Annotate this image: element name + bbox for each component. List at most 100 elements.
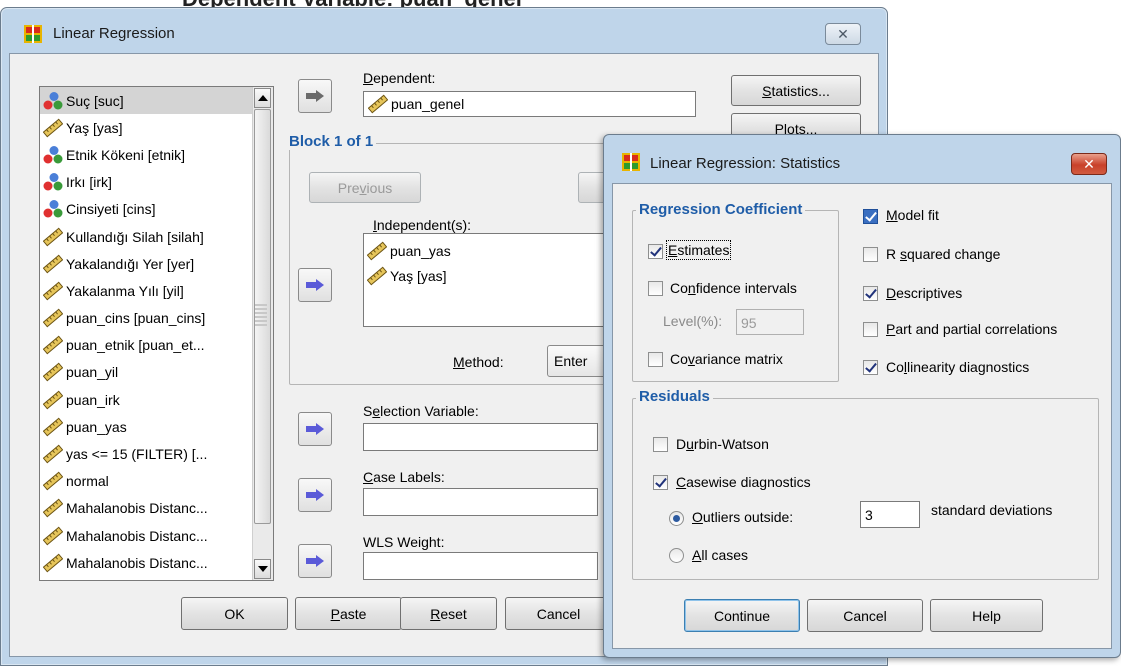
variable-list-item[interactable]: Etnik Kökeni [etnik] [40,141,273,168]
variable-list-item[interactable]: puan_irk [40,386,273,413]
all-cases-radio[interactable] [669,548,684,563]
confidence-intervals-checkbox[interactable] [648,281,663,296]
descriptives-checkbox[interactable] [863,286,878,301]
variable-list-item[interactable]: puan_yil [40,359,273,386]
outliers-value-field[interactable]: 3 [860,501,920,528]
confidence-intervals-label[interactable]: Confidence intervals [670,280,797,296]
durbin-watson-label[interactable]: Durbin-Watson [676,436,769,452]
right-arrow-icon [306,90,324,102]
wls-weight-field[interactable] [363,552,598,580]
variable-list-item[interactable]: puan_cins [puan_cins] [40,305,273,332]
variable-list-item[interactable]: yas <= 15 (FILTER) [... [40,440,273,467]
move-to-independents-button[interactable] [298,268,332,302]
estimates-checkbox[interactable] [648,244,663,259]
selection-label: Selection Variable: [363,403,479,419]
close-icon: ✕ [1083,156,1095,172]
independents-list[interactable]: puan_yas Yaş [yas] [363,233,618,327]
variable-list-item-label: Irkı [irk] [66,174,112,191]
part-partial-correlations-checkbox[interactable] [863,322,878,337]
variable-list-item[interactable]: Suç [suc] [40,87,273,115]
scale-icon [43,227,63,246]
variable-list-item-label: yas <= 15 (FILTER) [... [66,446,208,463]
variable-list-item[interactable]: Kullandığı Silah [silah] [40,223,273,250]
r-squared-change-checkbox[interactable] [863,247,878,262]
variable-list-item[interactable]: Yakalanma Yılı [yil] [40,277,273,304]
scroll-down-button[interactable] [254,559,271,579]
move-to-wls-button[interactable] [298,544,332,578]
variable-list-item-label: puan_yas [66,418,127,435]
casewise-diagnostics-label[interactable]: Casewise diagnostics [676,474,811,490]
statistics-close-button[interactable]: ✕ [1071,153,1107,175]
move-to-dependent-button[interactable] [298,79,332,113]
independents-label: Independent(s): [373,217,472,233]
nominal-icon [43,173,63,191]
move-to-case-labels-button[interactable] [298,478,332,512]
variable-list-item-label: Mahalanobis Distanc... [66,527,208,544]
variable-list-item[interactable]: Mahalanobis Distanc... [40,549,273,576]
scale-icon [367,266,387,285]
collinearity-diagnostics-checkbox[interactable] [863,360,878,375]
independent-item[interactable]: puan_yas [364,238,617,263]
continue-button[interactable]: Continue [684,599,800,632]
model-fit-label[interactable]: Model fit [886,207,939,223]
variable-list-item[interactable]: normal [40,468,273,495]
case-labels-label: Case Labels: [363,469,445,485]
reset-button[interactable]: Reset [400,597,497,630]
scale-icon [43,444,63,464]
ok-button[interactable]: OK [181,597,288,630]
scale-icon [43,118,63,138]
variable-list-item[interactable]: Cinsiyeti [cins] [40,196,273,223]
scale-icon [43,417,63,437]
block-label: Block 1 of 1 [286,133,377,150]
move-to-selection-button[interactable] [298,412,332,446]
variable-list-item[interactable]: Mahalanobis Distanc... [40,495,273,522]
variable-list-item[interactable]: Irkı [irk] [40,169,273,196]
statistics-button[interactable]: Statistics... [731,75,861,106]
standard-deviations-label: standard deviations [931,502,1053,518]
covariance-matrix-label[interactable]: Covariance matrix [670,351,783,367]
cancel-button[interactable]: Cancel [505,597,612,630]
variable-list-item-label: Mahalanobis Distanc... [66,500,208,517]
previous-button[interactable]: Pre v ious [309,172,421,203]
variable-list-item[interactable]: puan_yas [40,413,273,440]
variable-list-item[interactable]: puan_etnik [puan_et... [40,332,273,359]
right-arrow-icon [306,423,324,435]
dependent-field[interactable]: puan_genel [363,91,696,117]
covariance-matrix-checkbox[interactable] [648,352,663,367]
level-field[interactable]: 95 [736,309,804,335]
variable-list-item[interactable]: Yaş [yas] [40,114,273,141]
wls-weight-label: WLS Weight: [363,534,445,550]
variable-list[interactable]: Suç [suc] Yaş [yas] Etnik Kökeni [etnik] Ir… [39,86,274,581]
all-cases-label[interactable]: All cases [692,547,748,563]
estimates-label[interactable]: Estimates [665,240,732,260]
scroll-up-button[interactable] [254,88,271,108]
close-button[interactable]: ✕ [825,23,861,45]
splitter-grip[interactable] [255,304,267,328]
scale-icon [43,308,63,328]
independent-item[interactable]: Yaş [yas] [364,263,617,288]
casewise-diagnostics-checkbox[interactable] [653,475,668,490]
right-arrow-icon [306,555,324,567]
outliers-outside-label[interactable]: Outliers outside: [692,509,793,525]
dependent-label: Dependent: [363,70,436,86]
variable-list-item[interactable]: Mahalanobis Distanc... [40,522,273,549]
outliers-outside-radio[interactable] [669,511,684,526]
list-scrollbar[interactable] [252,87,273,580]
r-squared-change-label[interactable]: R squared change [886,246,1000,262]
residuals-label: Residuals [636,388,713,405]
scale-icon [43,335,63,355]
descriptives-label[interactable]: Descriptives [886,285,962,301]
model-fit-checkbox[interactable] [863,209,878,224]
statistics-cancel-button[interactable]: Cancel [807,599,923,632]
scale-icon [43,254,63,274]
help-button[interactable]: Help [930,599,1043,632]
variable-list-item-label: Suç [suc] [66,92,124,109]
selection-field[interactable] [363,423,598,451]
collinearity-diagnostics-label[interactable]: Collinearity diagnostics [886,359,1029,375]
case-labels-field[interactable] [363,488,598,516]
part-partial-correlations-label[interactable]: Part and partial correlations [886,321,1057,337]
independent-item-label: puan_yas [390,242,451,259]
paste-button[interactable]: Paste [295,597,402,630]
variable-list-item[interactable]: Yakalandığı Yer [yer] [40,250,273,277]
durbin-watson-checkbox[interactable] [653,437,668,452]
